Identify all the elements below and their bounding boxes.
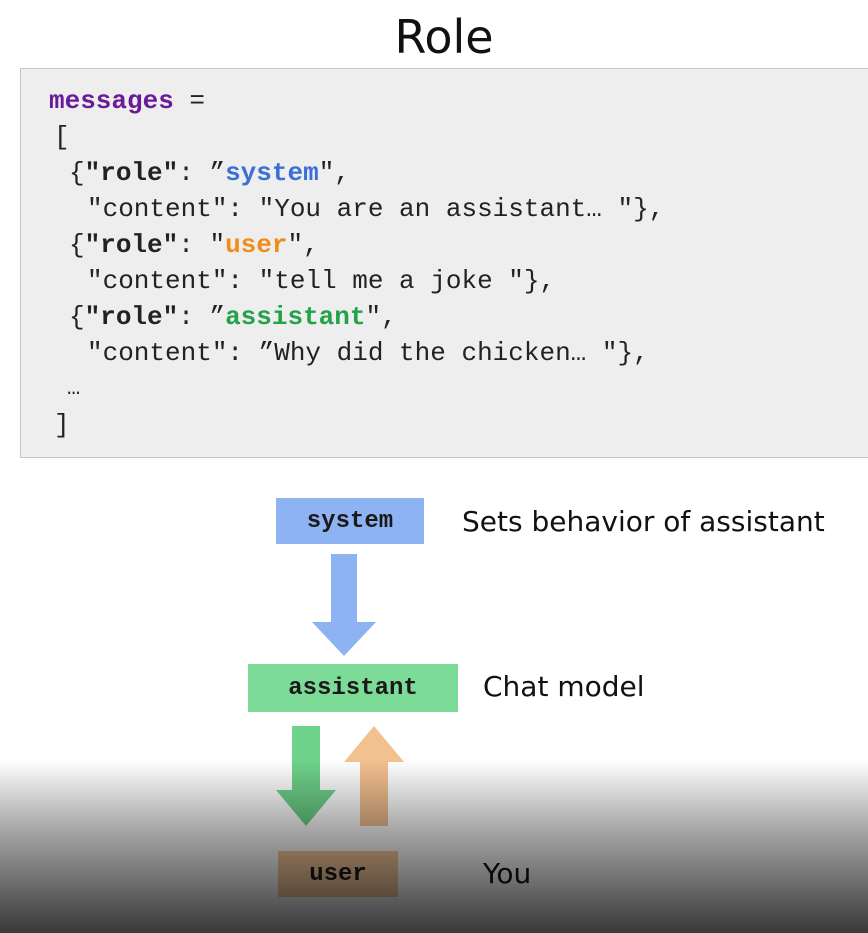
- role-key: "role": [84, 158, 179, 188]
- code-line-1: messages =: [49, 86, 205, 116]
- system-box: system: [276, 498, 424, 544]
- assistant-label: assistant: [288, 674, 418, 702]
- quote-comma: ",: [318, 158, 350, 188]
- code-line-2: [: [54, 122, 70, 152]
- code-line-4: "content": "You are an assistant… "},: [87, 194, 665, 224]
- user-description: You: [483, 857, 532, 890]
- down-arrow-icon: [276, 726, 336, 826]
- role-key: "role": [84, 302, 179, 332]
- system-label: system: [306, 507, 394, 535]
- colon: :: [178, 230, 210, 260]
- assistant-role-value: assistant: [225, 302, 366, 332]
- user-box: user: [278, 851, 398, 897]
- role-key: "role": [84, 230, 179, 260]
- system-description: Sets behavior of assistant: [462, 505, 825, 538]
- code-line-8: "content": ”Why did the chicken… "},: [87, 338, 649, 368]
- colon: :: [178, 158, 210, 188]
- code-line-3: {"role": ”system",: [69, 158, 350, 188]
- up-arrow-icon: [344, 726, 404, 826]
- user-label: user: [309, 860, 367, 888]
- quote: ”: [209, 158, 226, 188]
- assign-operator: =: [173, 86, 206, 116]
- code-line-5: {"role": "user",: [69, 230, 319, 260]
- system-role-value: system: [225, 158, 319, 188]
- assistant-box: assistant: [248, 664, 458, 712]
- code-ellipsis: …: [67, 376, 81, 401]
- code-block: messages = [ {"role": ”system", "content…: [20, 68, 868, 458]
- assistant-description: Chat model: [483, 670, 645, 703]
- brace: {: [69, 158, 85, 188]
- quote-comma: ",: [365, 302, 397, 332]
- code-line-6: "content": "tell me a joke "},: [87, 266, 556, 296]
- quote: ": [209, 230, 226, 260]
- quote-comma: ",: [287, 230, 319, 260]
- brace: {: [69, 230, 85, 260]
- colon: :: [178, 302, 210, 332]
- down-arrow-icon: [312, 554, 376, 656]
- code-line-7: {"role": ”assistant",: [69, 302, 397, 332]
- code-line-close: ]: [54, 410, 70, 440]
- page-title: Role: [394, 10, 494, 64]
- bottom-shadow-overlay: [0, 760, 868, 933]
- user-role-value: user: [225, 230, 288, 260]
- messages-variable: messages: [49, 86, 174, 116]
- quote: ”: [209, 302, 226, 332]
- brace: {: [69, 302, 85, 332]
